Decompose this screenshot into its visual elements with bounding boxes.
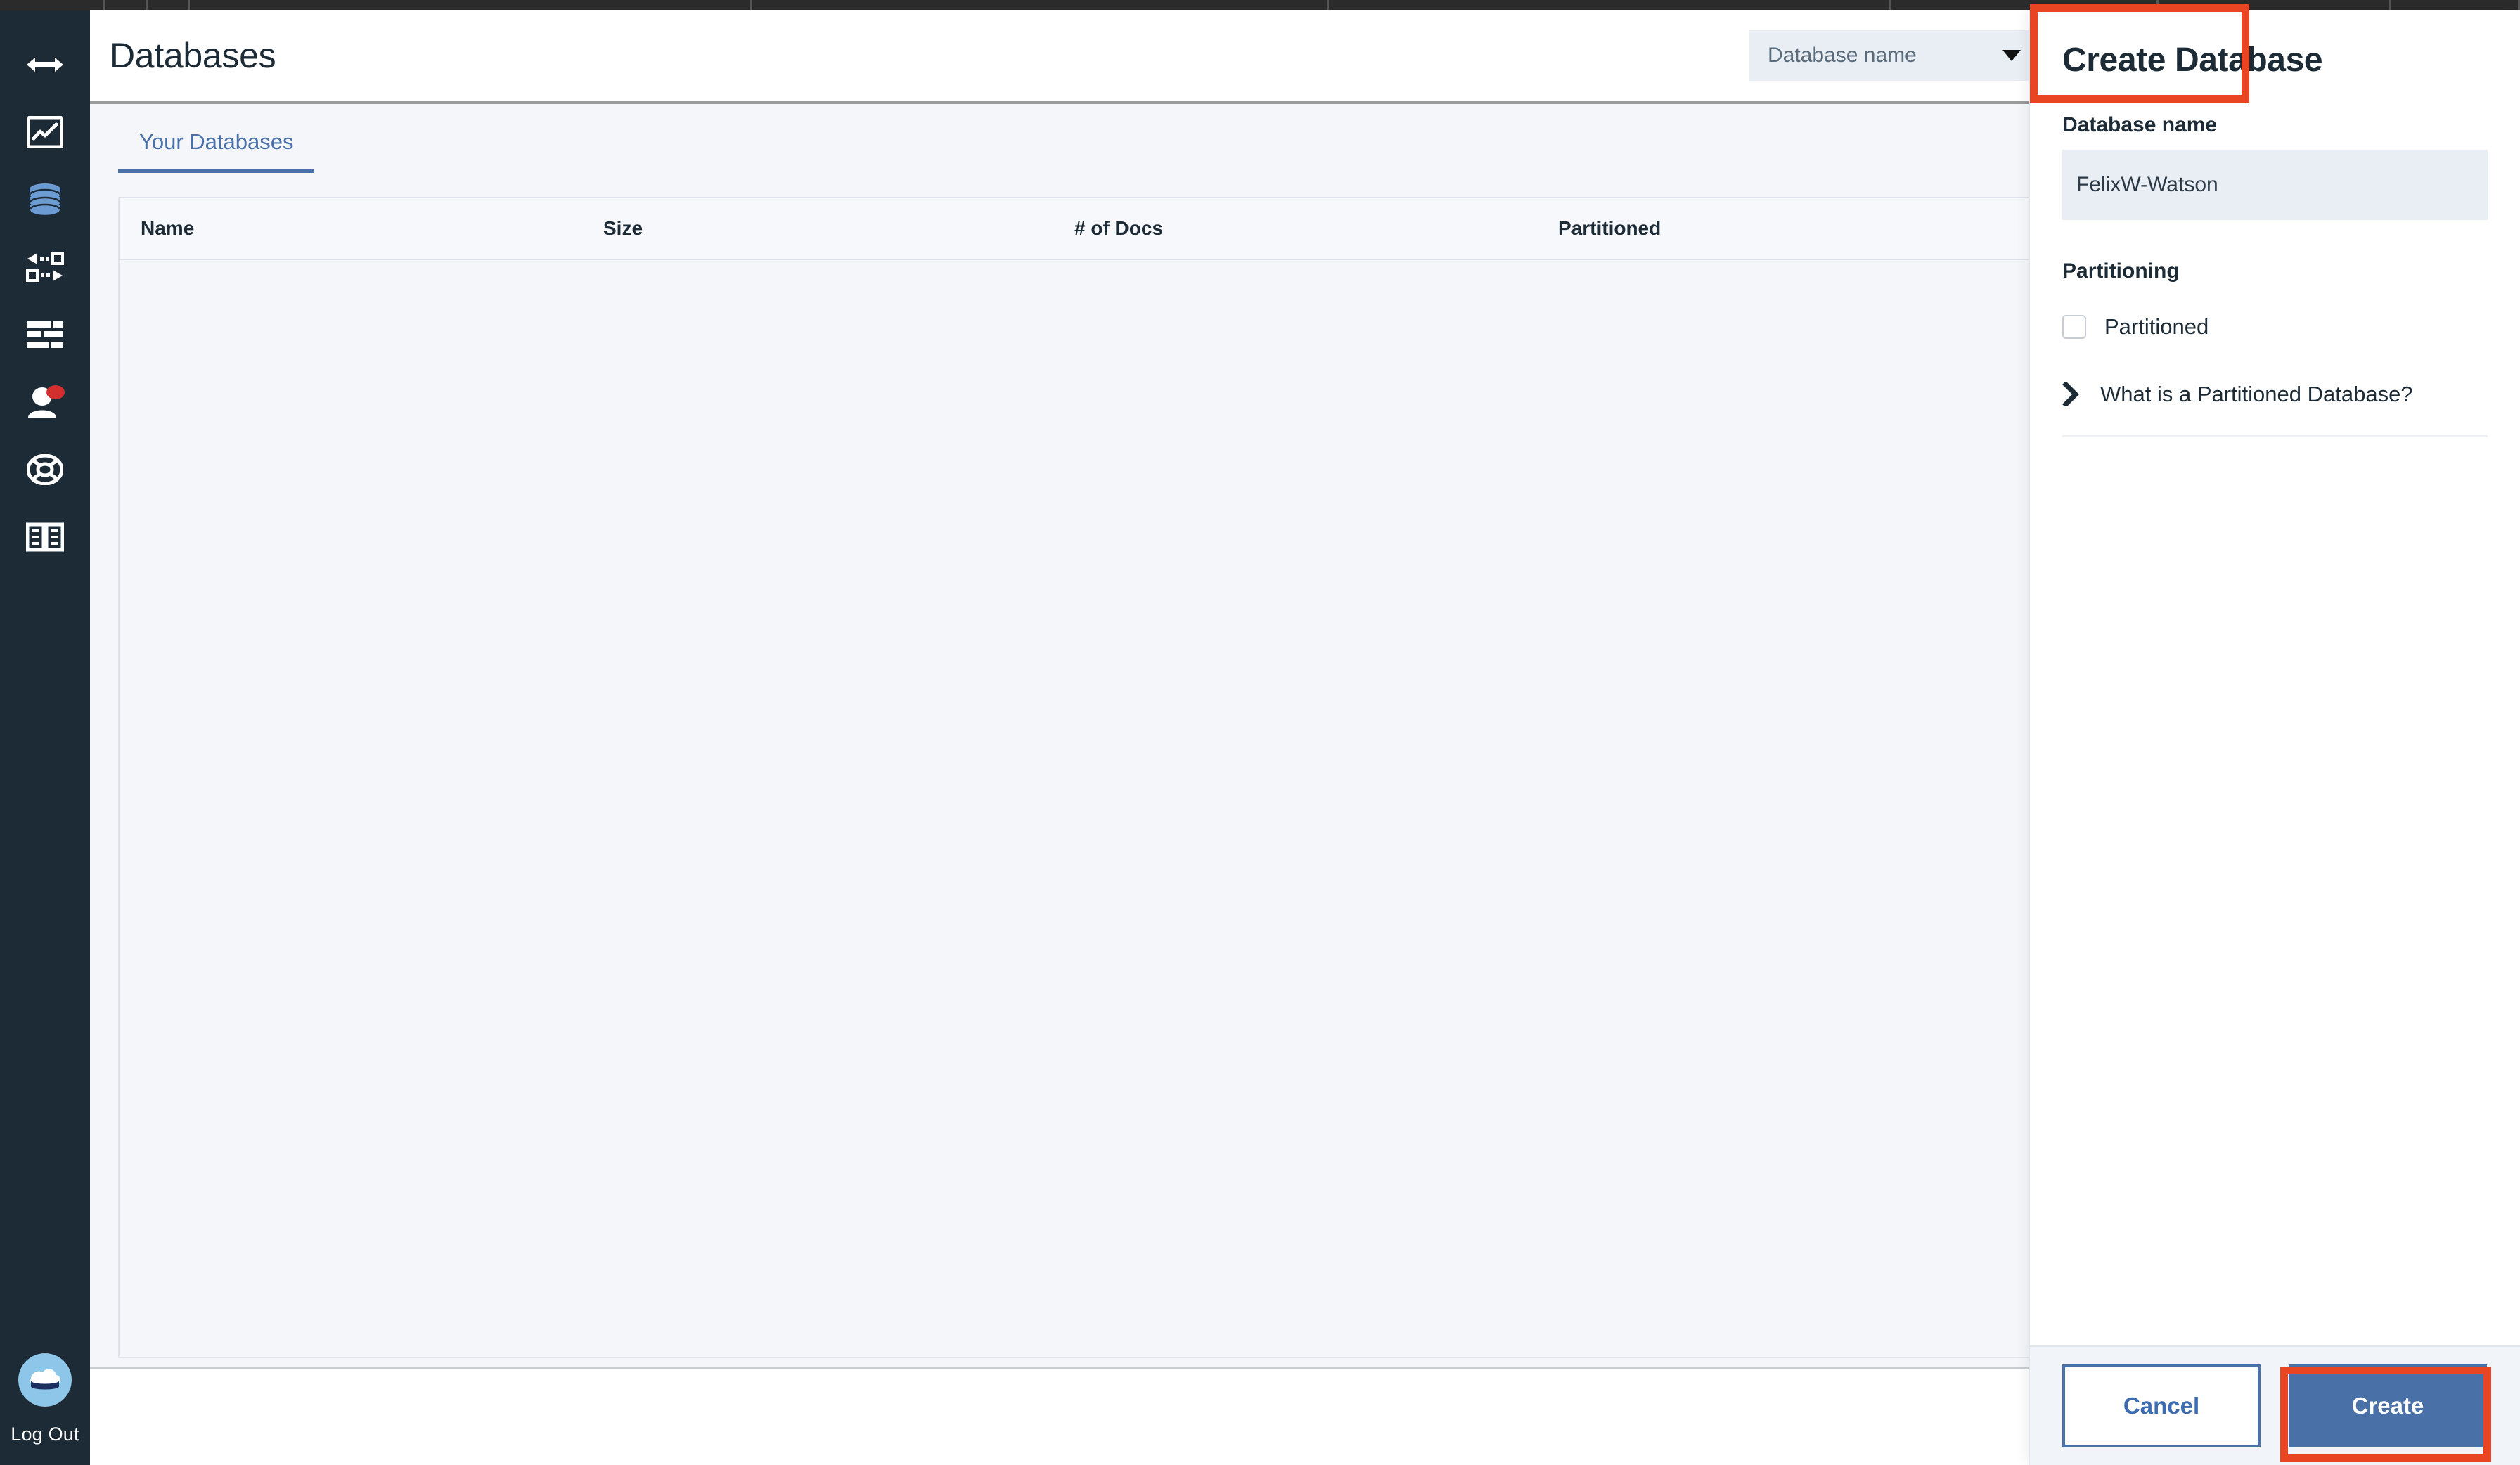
left-nav-rail: Log Out <box>0 10 90 1465</box>
sidebar-item-documentation[interactable] <box>0 503 90 571</box>
chrome-segment <box>148 0 190 10</box>
chrome-segment <box>2159 0 2391 10</box>
chevron-right-icon <box>2062 382 2079 406</box>
chrome-segment <box>105 0 148 10</box>
database-stack-icon <box>28 183 62 217</box>
database-name-input[interactable] <box>2062 150 2488 220</box>
partitioning-label: Partitioning <box>2062 259 2180 283</box>
create-button[interactable]: Create <box>2289 1364 2487 1447</box>
what-is-partitioned-database-label: What is a Partitioned Database? <box>2100 382 2413 406</box>
sidebar-item-active-tasks[interactable] <box>0 301 90 368</box>
chrome-segment <box>1329 0 1891 10</box>
panel-title: Create Database <box>2062 41 2323 79</box>
column-header-name[interactable]: Name <box>120 217 603 240</box>
sidebar-item-account[interactable] <box>0 368 90 436</box>
monitoring-chart-icon <box>27 116 63 148</box>
panel-body: Create Database Database name Partitioni… <box>2030 10 2520 1345</box>
partitioned-checkbox[interactable] <box>2062 315 2086 339</box>
what-is-partitioned-database-disclosure[interactable]: What is a Partitioned Database? <box>2062 382 2488 437</box>
sidebar-item-support[interactable] <box>0 436 90 503</box>
resize-horizontal-icon <box>27 58 63 72</box>
sidebar-item-databases[interactable] <box>0 166 90 233</box>
logout-label: Log Out <box>11 1424 79 1445</box>
chrome-segment <box>2391 0 2520 10</box>
database-name-filter-value: Database name <box>1768 44 1917 67</box>
sidebar-item-replication[interactable] <box>0 233 90 301</box>
column-header-num-docs[interactable]: # of Docs <box>1074 217 1558 240</box>
create-database-panel: Create Database Database name Partitioni… <box>2029 10 2520 1465</box>
page-title: Databases <box>110 36 276 75</box>
replication-arrows-icon <box>26 252 64 282</box>
tab-your-databases[interactable]: Your Databases <box>118 121 315 173</box>
chrome-segment <box>0 0 105 10</box>
database-name-filter-select[interactable]: Database name <box>1749 30 2039 81</box>
notification-badge <box>46 385 65 399</box>
cloudant-cloud-logo-icon <box>30 1369 60 1390</box>
browser-chrome-strip <box>0 0 2520 10</box>
open-book-docs-icon <box>26 522 64 552</box>
activity-tasks-icon <box>27 321 63 348</box>
chrome-segment <box>752 0 1329 10</box>
lifebuoy-support-icon <box>27 454 63 485</box>
panel-footer: Cancel Create <box>2030 1345 2520 1465</box>
chevron-down-icon <box>2002 50 2021 61</box>
cancel-button[interactable]: Cancel <box>2062 1364 2261 1447</box>
chrome-segment <box>1891 0 2159 10</box>
sidebar-item-monitoring[interactable] <box>0 98 90 166</box>
avatar <box>18 1353 72 1407</box>
chrome-segment <box>190 0 752 10</box>
database-name-label: Database name <box>2062 113 2218 136</box>
partitioned-checkbox-label: Partitioned <box>2104 314 2209 339</box>
column-header-size[interactable]: Size <box>603 217 1074 240</box>
partitioned-row[interactable]: Partitioned <box>2062 314 2488 340</box>
logout-block[interactable]: Log Out <box>0 1353 90 1445</box>
sidebar-item-resize[interactable] <box>0 31 90 98</box>
